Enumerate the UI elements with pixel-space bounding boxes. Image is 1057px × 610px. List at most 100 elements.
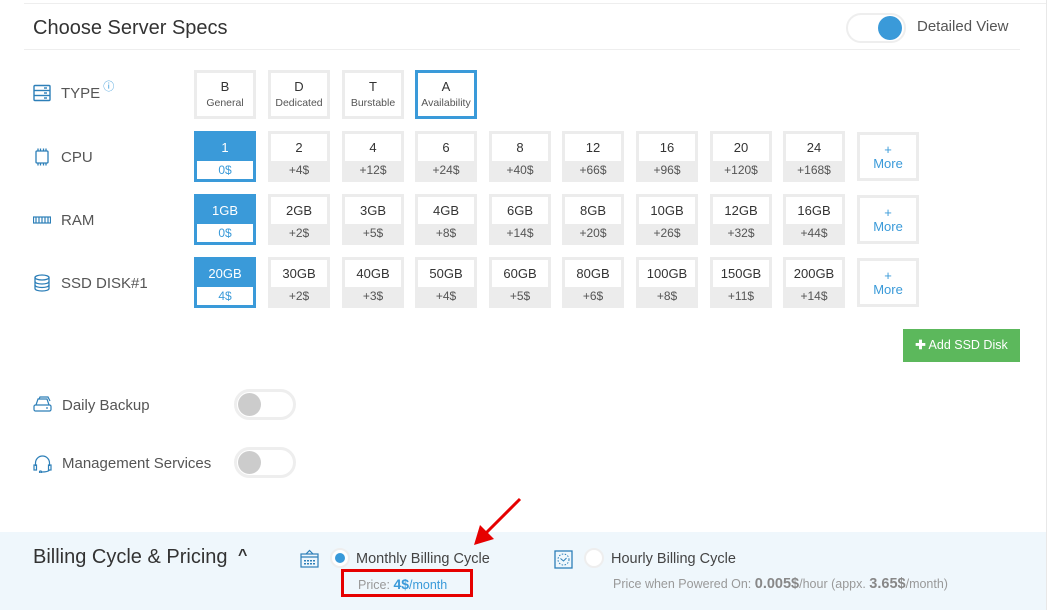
cpu-option-price: 0$ (197, 161, 253, 179)
more-label: More (873, 156, 903, 171)
cpu-option-price: +40$ (492, 161, 548, 179)
ram-option[interactable]: 1GB 0$ (194, 194, 256, 245)
ram-option[interactable]: 3GB +5$ (342, 194, 404, 245)
ssd-option[interactable]: 20GB 4$ (194, 257, 256, 308)
ssd-option-price: +11$ (713, 287, 769, 305)
ssd-option-value: 50GB (418, 260, 474, 287)
cpu-option-value: 4 (345, 134, 401, 161)
ssd-option[interactable]: 50GB +4$ (415, 257, 477, 308)
ram-option-price: +2$ (271, 224, 327, 242)
ram-option-value: 3GB (345, 197, 401, 224)
ssd-option[interactable]: 30GB +2$ (268, 257, 330, 308)
ssd-option-value: 60GB (492, 260, 548, 287)
type-option-burstable[interactable]: T Burstable (342, 70, 404, 119)
add-ssd-disk-button[interactable]: ✚ Add SSD Disk (903, 329, 1020, 362)
ssd-option-price: +3$ (345, 287, 401, 305)
ram-icon (33, 216, 51, 224)
toggle-knob (878, 16, 902, 40)
cpu-icon (35, 148, 49, 166)
ram-option[interactable]: 4GB +8$ (415, 194, 477, 245)
type-code: B (220, 79, 230, 94)
cpu-option-value: 20 (713, 134, 769, 161)
plus-icon: + (884, 142, 892, 157)
cpu-option-price: +24$ (418, 161, 474, 179)
ram-option-value: 4GB (418, 197, 474, 224)
ram-option[interactable]: 10GB +26$ (636, 194, 698, 245)
type-option-general[interactable]: B General (194, 70, 256, 119)
cpu-option-price: +66$ (565, 161, 621, 179)
detailed-view-label: Detailed View (917, 18, 1009, 35)
ssd-option[interactable]: 200GB +14$ (783, 257, 845, 308)
ram-option-price: +5$ (345, 224, 401, 242)
cpu-option[interactable]: 1 0$ (194, 131, 256, 182)
management-row: Management Services (33, 454, 211, 473)
approx-monthly-value: 3.65$ (869, 576, 906, 592)
ram-option[interactable]: 12GB +32$ (710, 194, 772, 245)
type-label: TYPE (61, 84, 101, 102)
ssd-option[interactable]: 40GB +3$ (342, 257, 404, 308)
toggle-knob (238, 451, 261, 474)
ssd-row-label: SSD DISK#1 (33, 274, 148, 292)
hourly-billing-label[interactable]: Hourly Billing Cycle (611, 551, 736, 567)
type-name: General (206, 97, 244, 109)
cpu-option-price: +96$ (639, 161, 695, 179)
cpu-option[interactable]: 6 +24$ (415, 131, 477, 182)
detailed-view-toggle[interactable] (846, 13, 906, 43)
plus-icon: + (884, 205, 892, 220)
cpu-option[interactable]: 24 +168$ (783, 131, 845, 182)
ram-option[interactable]: 8GB +20$ (562, 194, 624, 245)
ssd-option[interactable]: 80GB +6$ (562, 257, 624, 308)
ram-option-value: 1GB (197, 197, 253, 224)
cpu-option-value: 1 (197, 134, 253, 161)
management-label: Management Services (62, 455, 212, 472)
cpu-option[interactable]: 2 +4$ (268, 131, 330, 182)
daily-backup-toggle[interactable] (234, 389, 296, 420)
hourly-billing-radio[interactable] (584, 548, 604, 568)
server-specs-page: Choose Server Specs Detailed View TYPE ⓘ… (0, 0, 1057, 610)
ssd-option-price: +4$ (418, 287, 474, 305)
ssd-more-button[interactable]: + More (857, 258, 919, 307)
type-option-dedicated[interactable]: D Dedicated (268, 70, 330, 119)
monthly-billing-label[interactable]: Monthly Billing Cycle (356, 551, 490, 567)
ssd-option[interactable]: 150GB +11$ (710, 257, 772, 308)
ram-option[interactable]: 16GB +44$ (783, 194, 845, 245)
radio-dot (335, 553, 345, 563)
ram-option[interactable]: 6GB +14$ (489, 194, 551, 245)
ram-more-button[interactable]: + More (857, 195, 919, 244)
server-icon (33, 84, 51, 102)
ssd-option[interactable]: 100GB +8$ (636, 257, 698, 308)
type-code: A (441, 79, 451, 94)
cpu-option[interactable]: 4 +12$ (342, 131, 404, 182)
calendar-icon (300, 549, 319, 568)
ssd-option-value: 150GB (713, 260, 769, 287)
ram-option-price: +20$ (565, 224, 621, 242)
ssd-option-price: +8$ (639, 287, 695, 305)
ssd-option-price: +2$ (271, 287, 327, 305)
cpu-option[interactable]: 20 +120$ (710, 131, 772, 182)
ram-option-price: +32$ (713, 224, 769, 242)
billing-title: Billing Cycle & Pricing (33, 546, 228, 568)
plus-icon: ✚ (915, 338, 926, 352)
ssd-option[interactable]: 60GB +5$ (489, 257, 551, 308)
cpu-option[interactable]: 12 +66$ (562, 131, 624, 182)
more-label: More (873, 282, 903, 297)
page-title: Choose Server Specs (33, 17, 228, 39)
type-option-availability[interactable]: A Availability (415, 70, 477, 119)
ram-option-price: +44$ (786, 224, 842, 242)
monthly-billing-radio[interactable] (330, 548, 350, 568)
ram-option[interactable]: 2GB +2$ (268, 194, 330, 245)
cpu-more-button[interactable]: + More (857, 132, 919, 181)
ram-option-value: 8GB (565, 197, 621, 224)
ram-option-value: 2GB (271, 197, 327, 224)
ram-option-price: 0$ (197, 224, 253, 242)
ram-option-value: 6GB (492, 197, 548, 224)
chevron-up-icon[interactable]: ^ (238, 547, 247, 565)
ssd-option-value: 30GB (271, 260, 327, 287)
ram-option-value: 16GB (786, 197, 842, 224)
ram-option-price: +26$ (639, 224, 695, 242)
cpu-option[interactable]: 8 +40$ (489, 131, 551, 182)
cpu-option-price: +168$ (786, 161, 842, 179)
info-icon[interactable]: ⓘ (103, 78, 114, 94)
cpu-option[interactable]: 16 +96$ (636, 131, 698, 182)
management-services-toggle[interactable] (234, 447, 296, 478)
